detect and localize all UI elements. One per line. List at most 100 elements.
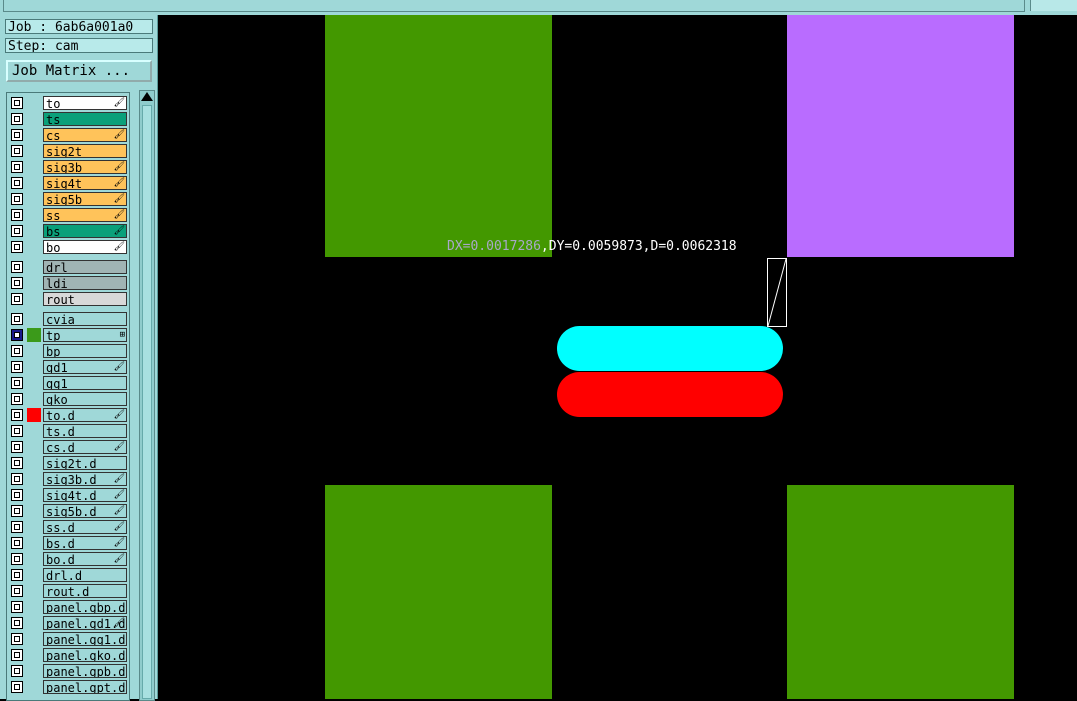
layer-row[interactable]: panel.gko.d <box>9 648 127 662</box>
layer-checkbox[interactable] <box>11 129 23 141</box>
layer-row[interactable]: to.d 🖌 <box>9 408 127 422</box>
layer-checkbox[interactable] <box>11 601 23 613</box>
layer-row[interactable]: sig2t <box>9 144 127 158</box>
layer-row[interactable]: drl.d <box>9 568 127 582</box>
layer-checkbox[interactable] <box>11 585 23 597</box>
layer-checkbox[interactable] <box>11 329 23 341</box>
layer-checkbox[interactable] <box>11 681 23 693</box>
layer-color-swatch[interactable] <box>27 176 41 190</box>
layer-color-swatch[interactable] <box>27 144 41 158</box>
graphics-canvas[interactable]: DX=0.0017286,DY=0.0059873,D=0.0062318 <box>158 15 1077 699</box>
layer-color-swatch[interactable] <box>27 376 41 390</box>
layer-color-swatch[interactable] <box>27 344 41 358</box>
layer-name[interactable]: sig2t.d <box>43 456 127 470</box>
layer-color-swatch[interactable] <box>27 424 41 438</box>
layer-name[interactable]: bp <box>43 344 127 358</box>
layer-checkbox[interactable] <box>11 209 23 221</box>
layer-color-swatch[interactable] <box>27 328 41 342</box>
layer-row[interactable]: sig3b 🖌 <box>9 160 127 174</box>
layer-color-swatch[interactable] <box>27 568 41 582</box>
layer-color-swatch[interactable] <box>27 632 41 646</box>
layer-name[interactable]: sig2t <box>43 144 127 158</box>
layer-row[interactable]: panel.gg1.d <box>9 632 127 646</box>
layer-checkbox[interactable] <box>11 377 23 389</box>
layer-name[interactable]: ts.d <box>43 424 127 438</box>
layer-row[interactable]: ts <box>9 112 127 126</box>
layer-row[interactable]: sig4t 🖌 <box>9 176 127 190</box>
layer-row[interactable]: bp <box>9 344 127 358</box>
layer-row[interactable]: panel.gpb.d <box>9 664 127 678</box>
layer-name[interactable]: drl.d <box>43 568 127 582</box>
layer-color-swatch[interactable] <box>27 260 41 274</box>
layer-color-swatch[interactable] <box>27 192 41 206</box>
layer-color-swatch[interactable] <box>27 160 41 174</box>
layer-checkbox[interactable] <box>11 113 23 125</box>
top-right-field[interactable] <box>1030 0 1077 11</box>
layer-color-swatch[interactable] <box>27 584 41 598</box>
layer-row[interactable]: sig3b.d 🖌 <box>9 472 127 486</box>
layer-row[interactable]: tp ⊞ <box>9 328 127 342</box>
layer-color-swatch[interactable] <box>27 208 41 222</box>
layer-checkbox[interactable] <box>11 441 23 453</box>
layer-row[interactable]: bs.d 🖌 <box>9 536 127 550</box>
job-matrix-button[interactable]: Job Matrix ... <box>6 60 152 82</box>
layer-color-swatch[interactable] <box>27 616 41 630</box>
layer-color-swatch[interactable] <box>27 96 41 110</box>
layer-checkbox[interactable] <box>11 665 23 677</box>
layer-checkbox[interactable] <box>11 553 23 565</box>
layer-checkbox[interactable] <box>11 569 23 581</box>
layer-checkbox[interactable] <box>11 177 23 189</box>
layer-name[interactable]: rout <box>43 292 127 306</box>
layer-name[interactable]: tp <box>43 328 127 342</box>
layer-checkbox[interactable] <box>11 617 23 629</box>
layer-checkbox[interactable] <box>11 457 23 469</box>
command-field[interactable] <box>3 0 1025 12</box>
layer-checkbox[interactable] <box>11 241 23 253</box>
layer-color-swatch[interactable] <box>27 128 41 142</box>
layer-row[interactable]: sig5b 🖌 <box>9 192 127 206</box>
layer-name[interactable]: panel.gpb.d <box>43 664 127 678</box>
layer-color-swatch[interactable] <box>27 312 41 326</box>
layer-row[interactable]: rout <box>9 292 127 306</box>
layer-checkbox[interactable] <box>11 345 23 357</box>
layer-row[interactable]: panel.gpt.d <box>9 680 127 694</box>
layer-row[interactable]: cs 🖌 <box>9 128 127 142</box>
layer-color-swatch[interactable] <box>27 600 41 614</box>
layer-name[interactable]: rout.d <box>43 584 127 598</box>
layer-checkbox[interactable] <box>11 409 23 421</box>
layer-row[interactable]: cvia <box>9 312 127 326</box>
layer-name[interactable]: ldi <box>43 276 127 290</box>
layer-row[interactable]: ldi <box>9 276 127 290</box>
layer-row[interactable]: sig2t.d <box>9 456 127 470</box>
layer-color-swatch[interactable] <box>27 276 41 290</box>
layer-name[interactable]: cvia <box>43 312 127 326</box>
layer-checkbox[interactable] <box>11 161 23 173</box>
layer-name[interactable]: panel.gpt.d <box>43 680 127 694</box>
layer-checkbox[interactable] <box>11 649 23 661</box>
layer-checkbox[interactable] <box>11 521 23 533</box>
layer-color-swatch[interactable] <box>27 240 41 254</box>
layer-checkbox[interactable] <box>11 425 23 437</box>
layer-color-swatch[interactable] <box>27 440 41 454</box>
layer-checkbox[interactable] <box>11 361 23 373</box>
layer-color-swatch[interactable] <box>27 664 41 678</box>
layer-row[interactable]: gko <box>9 392 127 406</box>
layer-checkbox[interactable] <box>11 293 23 305</box>
layer-list-scrollbar[interactable] <box>139 90 155 701</box>
layer-color-swatch[interactable] <box>27 456 41 470</box>
layer-name[interactable]: gko <box>43 392 127 406</box>
layer-checkbox[interactable] <box>11 633 23 645</box>
layer-row[interactable]: ts.d <box>9 424 127 438</box>
layer-color-swatch[interactable] <box>27 472 41 486</box>
layer-color-swatch[interactable] <box>27 648 41 662</box>
layer-color-swatch[interactable] <box>27 552 41 566</box>
layer-color-swatch[interactable] <box>27 680 41 694</box>
layer-checkbox[interactable] <box>11 261 23 273</box>
layer-name[interactable]: panel.gbp.d <box>43 600 127 614</box>
layer-row[interactable]: cs.d 🖌 <box>9 440 127 454</box>
layer-checkbox[interactable] <box>11 505 23 517</box>
layer-checkbox[interactable] <box>11 537 23 549</box>
scrollbar-thumb[interactable] <box>142 105 152 699</box>
layer-row[interactable]: sig5b.d 🖌 <box>9 504 127 518</box>
layer-row[interactable]: gd1 🖌 <box>9 360 127 374</box>
